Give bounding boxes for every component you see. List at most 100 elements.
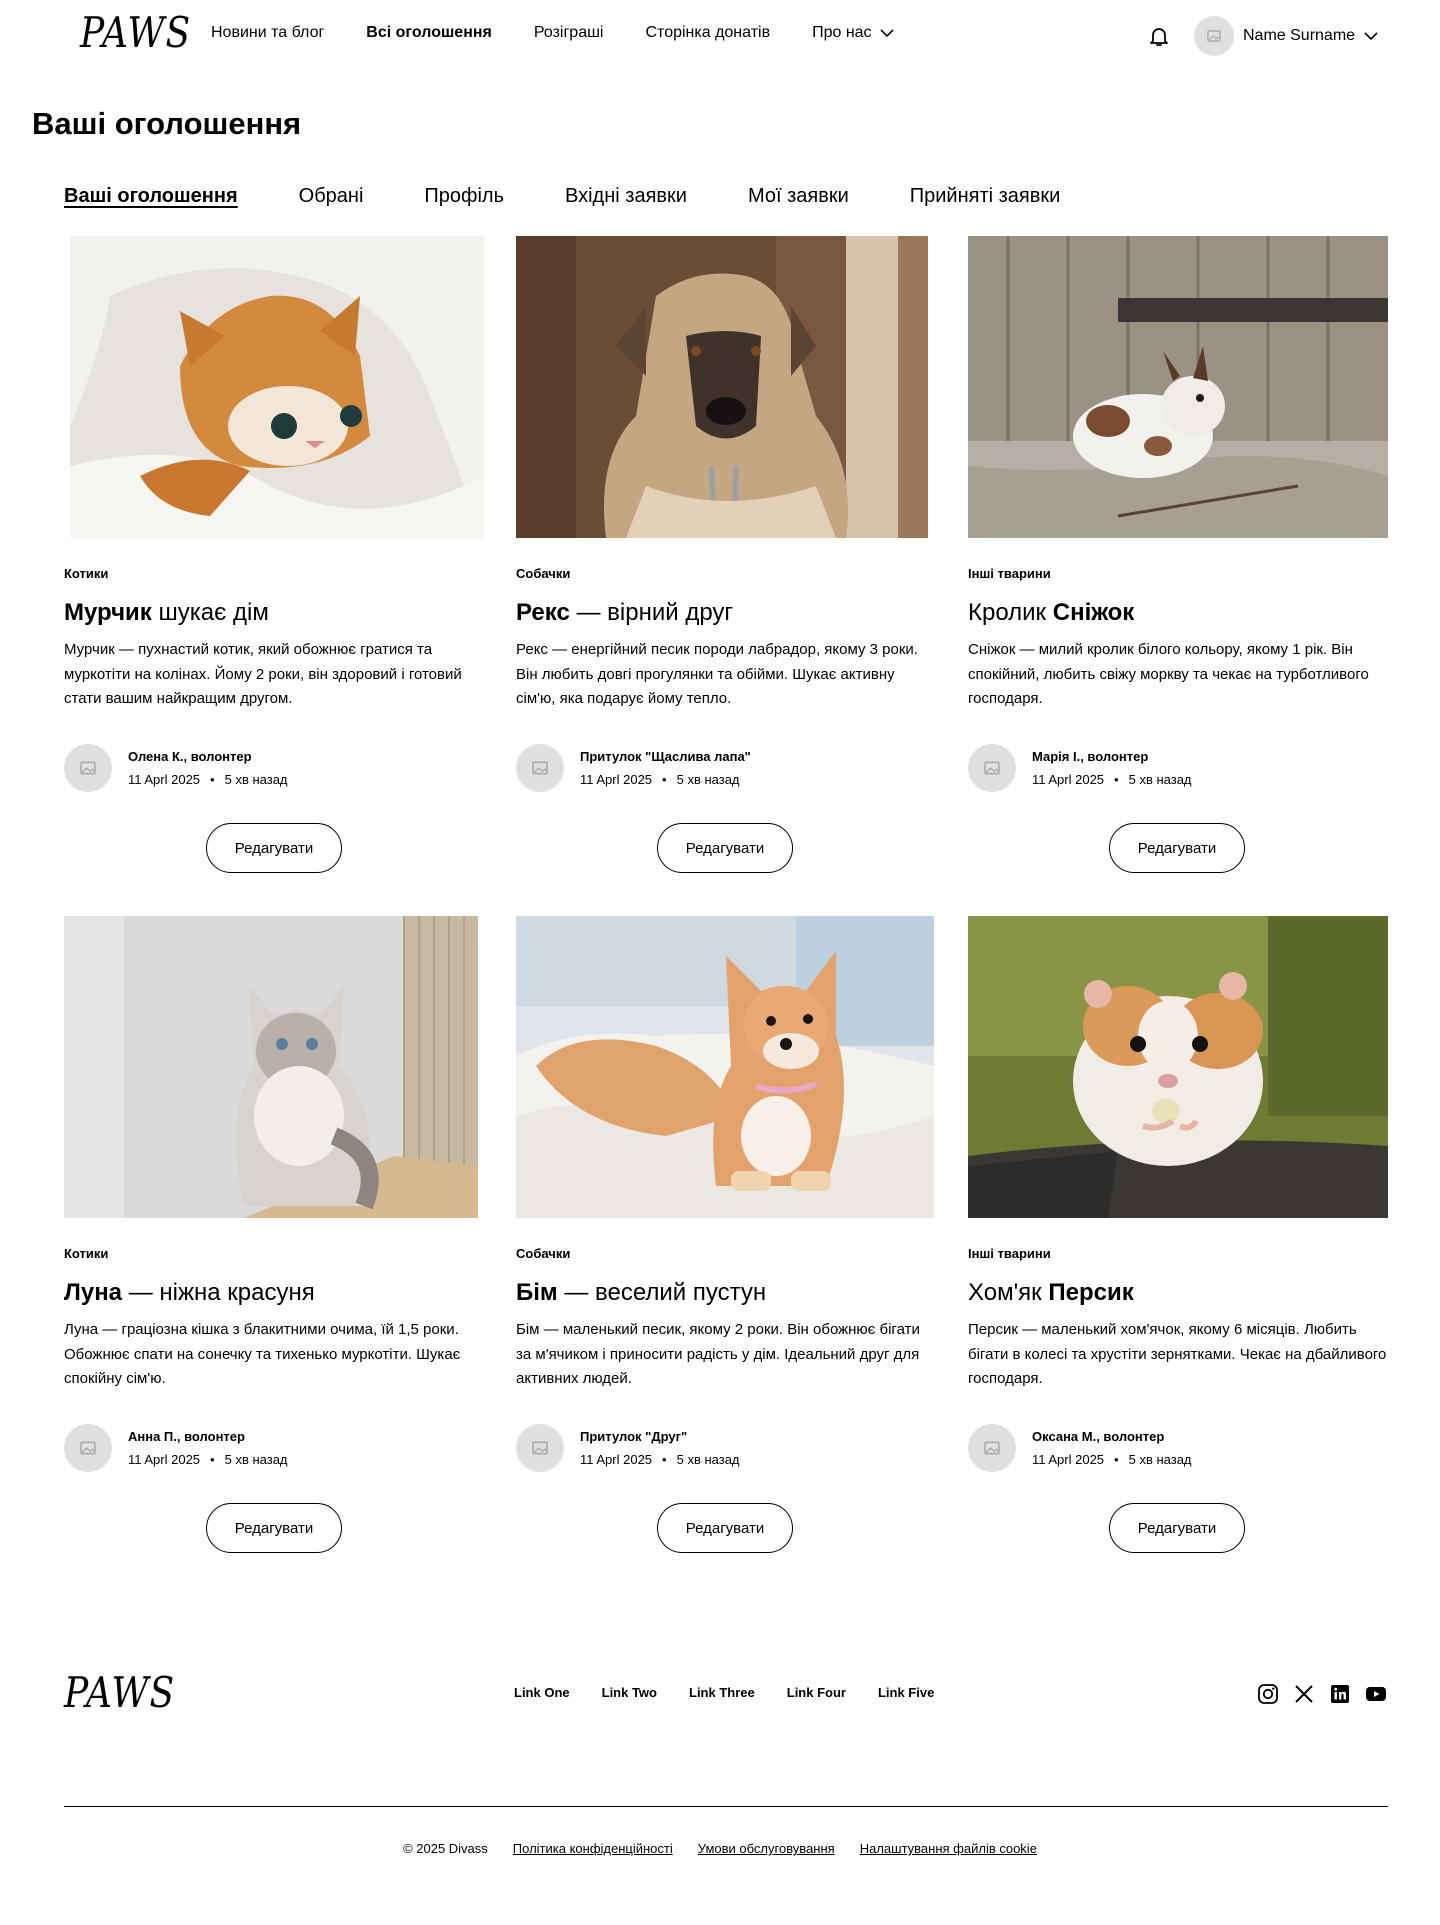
card-category: Інші тварини [968, 1246, 1051, 1261]
card-category: Собачки [516, 566, 571, 581]
footer-legal: © 2025 Divass Політика конфіденційності … [0, 1841, 1440, 1856]
post-date: 11 Aprl 2025 [1032, 772, 1105, 787]
footer-link-one[interactable]: Link One [514, 1685, 570, 1700]
card-title[interactable]: Бім — веселий пустун [516, 1279, 936, 1309]
bullet-separator: • [210, 772, 215, 787]
nav-giveaways[interactable]: Розіграші [534, 24, 604, 42]
account-tabs: Ваші оголошення Обрані Профіль Вхідні за… [64, 185, 1121, 208]
edit-button[interactable]: Редагувати [657, 1503, 793, 1553]
card-title[interactable]: Рекс — вірний друг [516, 599, 936, 629]
shepherd-dog-photo[interactable] [516, 236, 928, 538]
image-placeholder-icon [80, 761, 96, 775]
nav-donations[interactable]: Сторінка донатів [645, 24, 770, 42]
orange-cat-photo[interactable] [70, 236, 484, 538]
cookie-settings-link[interactable]: Налаштування файлів cookie [860, 1841, 1037, 1856]
card-title[interactable]: Мурчик шукає дім [64, 599, 484, 629]
instagram-icon[interactable] [1256, 1682, 1280, 1706]
card-category: Котики [64, 566, 109, 581]
card-description: Бім — маленький песик, якому 2 роки. Він… [516, 1321, 920, 1387]
footer-links: Link One Link Two Link Three Link Four L… [514, 1685, 966, 1700]
card-category: Собачки [516, 1246, 571, 1261]
main-nav: Новини та блог Всі оголошення Розіграші … [211, 24, 936, 42]
social-links [1256, 1682, 1388, 1706]
card-description: Луна — граціозна кішка з блакитними очим… [64, 1321, 461, 1387]
post-date: 11 Aprl 2025 [580, 772, 653, 787]
card-title[interactable]: Хом'як Персик [968, 1279, 1388, 1309]
linkedin-icon[interactable] [1328, 1682, 1352, 1706]
shiba-puppy-photo[interactable] [516, 916, 934, 1218]
avatar [1194, 16, 1234, 56]
author-name: Притулок "Щаслива лапа" [580, 749, 751, 764]
edit-button[interactable]: Редагувати [206, 1503, 342, 1553]
tab-favorites[interactable]: Обрані [299, 185, 364, 208]
post-date: 11 Aprl 2025 [128, 772, 201, 787]
user-menu[interactable]: Name Surname [1194, 16, 1378, 56]
footer-link-two[interactable]: Link Two [602, 1685, 657, 1700]
image-placeholder-icon [984, 761, 1000, 775]
terms-of-service-link[interactable]: Умови обслуговування [698, 1841, 835, 1856]
title-prefix: Кролик [968, 599, 1053, 626]
author-name: Олена К., волонтер [128, 749, 252, 764]
time-ago: 5 хв назад [676, 772, 740, 787]
site-header: PAWS Новини та блог Всі оголошення Розіг… [0, 0, 1440, 72]
avatar [516, 744, 564, 792]
tab-profile[interactable]: Профіль [424, 185, 504, 208]
x-icon[interactable] [1292, 1682, 1316, 1706]
post-date: 11 Aprl 2025 [1032, 1452, 1105, 1467]
youtube-icon[interactable] [1364, 1682, 1388, 1706]
user-name: Name Surname [1243, 27, 1356, 44]
image-placeholder-icon [1207, 30, 1221, 42]
pet-name: Сніжок [1052, 599, 1135, 626]
tab-incoming-requests[interactable]: Вхідні заявки [565, 185, 687, 208]
hamster-photo[interactable] [968, 916, 1388, 1218]
header-logo[interactable]: PAWS [80, 9, 191, 57]
edit-button[interactable]: Редагувати [206, 823, 342, 873]
pet-name: Рекс [516, 599, 570, 626]
card-body: Інші тварини Хом'як Персик Персик — мале… [968, 1246, 1388, 1553]
footer-link-five[interactable]: Link Five [878, 1685, 934, 1700]
card-author: Притулок "Друг" 11 Aprl 2025 • 5 хв назад [516, 1424, 740, 1472]
pet-name: Мурчик [64, 599, 152, 626]
card-title[interactable]: Кролик Сніжок [968, 599, 1388, 629]
card-body: Котики Мурчик шукає дім Мурчик — пухнаст… [64, 566, 484, 873]
avatar [516, 1424, 564, 1472]
bell-icon[interactable] [1147, 24, 1171, 48]
nav-all-listings[interactable]: Всі оголошення [366, 24, 492, 42]
edit-button[interactable]: Редагувати [1109, 823, 1245, 873]
post-date: 11 Aprl 2025 [580, 1452, 653, 1467]
white-rabbit-photo[interactable] [968, 236, 1388, 538]
card-category: Котики [64, 1246, 109, 1261]
author-name: Анна П., волонтер [128, 1429, 245, 1444]
card-author: Анна П., волонтер 11 Aprl 2025 • 5 хв наза… [64, 1424, 288, 1472]
post-date: 11 Aprl 2025 [128, 1452, 201, 1467]
nav-about-label: Про нас [812, 24, 872, 41]
copyright: © 2025 Divass [403, 1841, 488, 1856]
tab-accepted-requests[interactable]: Прийняті заявки [910, 185, 1061, 208]
edit-button[interactable]: Редагувати [657, 823, 793, 873]
bullet-separator: • [210, 1452, 215, 1467]
card-body: Собачки Рекс — вірний друг Рекс — енергі… [516, 566, 936, 873]
nav-news[interactable]: Новини та блог [211, 24, 324, 42]
author-name: Оксана М., волонтер [1032, 1429, 1165, 1444]
nav-about-dropdown[interactable]: Про нас [812, 24, 894, 42]
card-body: Котики Луна — ніжна красуня Луна — граці… [64, 1246, 484, 1553]
title-rest: — вірний друг [569, 599, 734, 626]
tab-my-requests[interactable]: Мої заявки [748, 185, 849, 208]
pet-name: Луна [64, 1279, 123, 1306]
card-body: Інші тварини Кролик Сніжок Сніжок — мили… [968, 566, 1388, 873]
card-description: Персик — маленький хом'ячок, якому 6 міс… [968, 1321, 1387, 1387]
pet-name: Персик [1048, 1279, 1134, 1306]
privacy-policy-link[interactable]: Політика конфіденційності [513, 1841, 673, 1856]
tab-your-listings[interactable]: Ваші оголошення [64, 185, 238, 208]
edit-button[interactable]: Редагувати [1109, 1503, 1245, 1553]
time-ago: 5 хв назад [1128, 772, 1192, 787]
pet-name: Бім [516, 1279, 558, 1306]
card-author: Притулок "Щаслива лапа" 11 Aprl 2025 • 5 х… [516, 744, 751, 792]
card-title[interactable]: Луна — ніжна красуня [64, 1279, 484, 1309]
footer-link-three[interactable]: Link Three [689, 1685, 755, 1700]
footer-link-four[interactable]: Link Four [787, 1685, 846, 1700]
fluffy-cat-photo[interactable] [64, 916, 478, 1218]
bullet-separator: • [662, 1452, 667, 1467]
footer-logo[interactable]: PAWS [64, 1669, 175, 1717]
chevron-down-icon [879, 29, 894, 38]
